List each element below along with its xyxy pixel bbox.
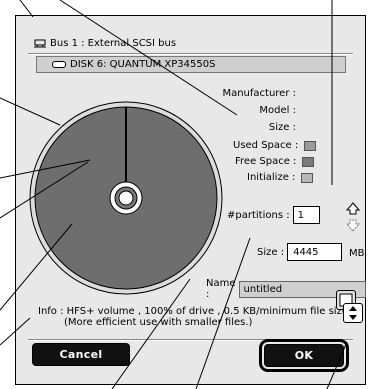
info-line-1: Info : HFS+ volume , 100% of drive , 0.5… bbox=[38, 306, 352, 317]
scroll-arrows-button[interactable] bbox=[343, 303, 363, 323]
legend-free-space: Free Space : bbox=[235, 156, 315, 167]
cancel-button-label: Cancel bbox=[59, 348, 103, 361]
screenshot-stage: Bus 1 : External SCSI bus DISK 6: QUANTU… bbox=[0, 0, 376, 389]
disk-label: DISK 6: QUANTUM XP34550S bbox=[70, 59, 216, 70]
cancel-button[interactable]: Cancel bbox=[32, 343, 130, 366]
size-field[interactable] bbox=[287, 243, 343, 261]
size-info-label: Size : bbox=[268, 122, 296, 133]
bus-row: Bus 1 : External SCSI bus bbox=[34, 38, 176, 49]
size-unit-label: MB bbox=[349, 248, 365, 259]
ok-button-label: OK bbox=[294, 349, 314, 362]
info-text: Info : HFS+ volume , 100% of drive , 0.5… bbox=[38, 306, 351, 328]
hard-disk-icon bbox=[52, 61, 66, 68]
partitions-field[interactable] bbox=[292, 206, 320, 224]
disk-selector[interactable]: DISK 6: QUANTUM XP34550S bbox=[36, 56, 346, 73]
legend-initialize: Initialize : bbox=[247, 172, 314, 183]
partitions-stepper[interactable] bbox=[345, 202, 361, 232]
bottom-divider bbox=[28, 339, 353, 341]
up-down-arrows-icon bbox=[349, 306, 357, 320]
top-divider bbox=[28, 53, 353, 55]
hub-center bbox=[118, 190, 134, 206]
decrease-partitions-arrow-icon[interactable] bbox=[345, 219, 361, 232]
free-space-label: Free Space : bbox=[235, 156, 297, 167]
free-space-swatch bbox=[302, 156, 315, 167]
increase-partitions-arrow-icon[interactable] bbox=[345, 202, 361, 215]
scsi-bus-icon bbox=[34, 39, 46, 49]
used-space-label: Used Space : bbox=[233, 140, 299, 151]
initialize-swatch bbox=[301, 172, 314, 183]
drive-setup-dialog: Bus 1 : External SCSI bus DISK 6: QUANTU… bbox=[15, 15, 366, 385]
manufacturer-label: Manufacturer : bbox=[222, 88, 296, 99]
info-line-2: (More efficient use with smaller files.) bbox=[64, 317, 253, 328]
partitions-label: #partitions : bbox=[227, 209, 290, 221]
model-label: Model : bbox=[259, 105, 296, 116]
bus-label: Bus 1 : External SCSI bus bbox=[50, 38, 177, 49]
size-row: Size : bbox=[257, 243, 343, 261]
partitions-row: #partitions : bbox=[227, 206, 320, 224]
legend-used-space: Used Space : bbox=[233, 140, 317, 151]
used-space-swatch bbox=[304, 140, 317, 151]
initialize-label: Initialize : bbox=[247, 172, 296, 183]
name-field-label: Name : bbox=[206, 278, 236, 300]
size-field-label: Size : bbox=[257, 246, 285, 258]
ok-button[interactable]: OK bbox=[259, 339, 349, 372]
drive-info-labels: Manufacturer : Model : Size : bbox=[176, 88, 296, 138]
